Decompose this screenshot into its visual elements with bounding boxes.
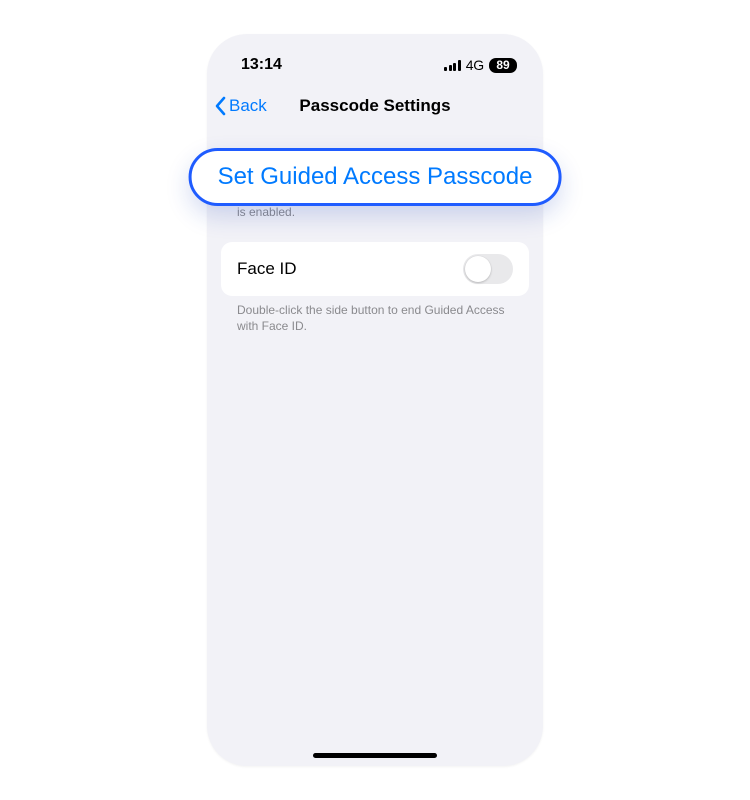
face-id-toggle[interactable] — [463, 254, 513, 284]
network-label: 4G — [466, 57, 484, 73]
face-id-label: Face ID — [237, 259, 297, 279]
section2-footer: Double-click the side button to end Guid… — [221, 296, 529, 334]
nav-bar: Back Passcode Settings — [207, 84, 543, 128]
status-right: 4G 89 — [444, 57, 517, 73]
back-button[interactable]: Back — [215, 96, 267, 116]
page-title: Passcode Settings — [299, 96, 450, 116]
signal-icon — [444, 59, 461, 71]
canvas: 13:14 4G 89 Back Passcode Settings — [0, 0, 750, 800]
face-id-row[interactable]: Face ID — [221, 242, 529, 296]
status-time: 13:14 — [241, 56, 282, 74]
status-bar: 13:14 4G 89 — [207, 34, 543, 84]
home-indicator[interactable] — [313, 753, 437, 758]
battery-icon: 89 — [489, 58, 517, 73]
set-passcode-callout[interactable]: Set Guided Access Passcode — [189, 148, 562, 206]
set-passcode-callout-label: Set Guided Access Passcode — [218, 163, 533, 190]
toggle-knob — [465, 256, 491, 282]
phone-screen: 13:14 4G 89 Back Passcode Settings — [207, 34, 543, 766]
back-label: Back — [229, 96, 267, 116]
chevron-left-icon — [215, 96, 227, 116]
